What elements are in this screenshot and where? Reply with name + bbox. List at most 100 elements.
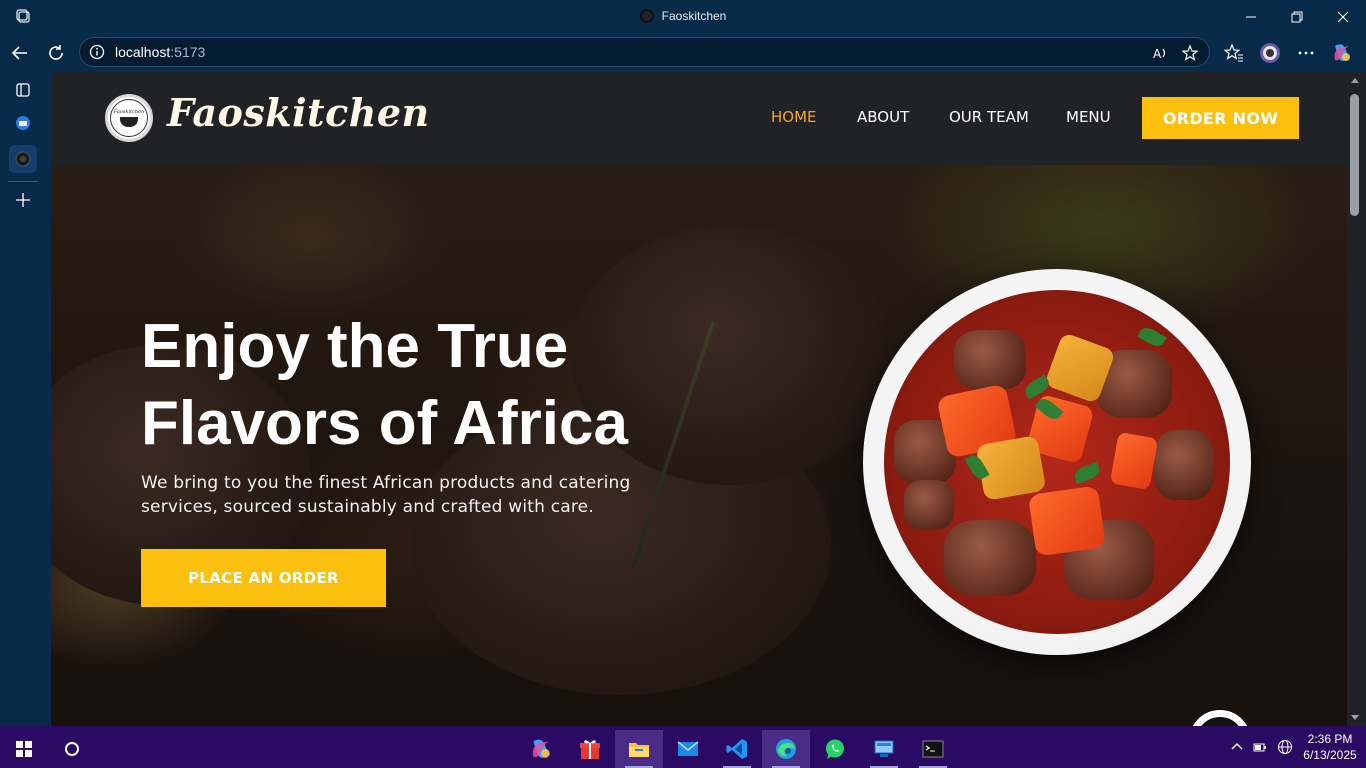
settings-more-button[interactable]	[1295, 42, 1317, 64]
faoskitchen-favicon-icon	[15, 151, 31, 167]
close-button[interactable]	[1320, 0, 1366, 34]
whatsapp-icon	[826, 739, 844, 759]
hero-title: Enjoy the True Flavors of Africa	[141, 308, 701, 462]
taskbar-file-explorer[interactable]	[615, 730, 663, 768]
taskbar-vscode[interactable]	[713, 730, 761, 768]
gift-box-icon	[580, 740, 600, 759]
sidebar-tab-1[interactable]	[9, 109, 37, 137]
globe-network-icon[interactable]	[1277, 739, 1293, 755]
page-scrollbar[interactable]	[1347, 72, 1366, 726]
browser-sidebar	[0, 72, 46, 726]
hero-title-line-2: Flavors of Africa	[141, 389, 628, 458]
sidebar-tab-faoskitchen[interactable]	[9, 145, 37, 173]
tab-favicon-icon	[16, 116, 30, 130]
carrot-piece	[1109, 431, 1159, 491]
url-host: localhost	[115, 44, 171, 60]
sidebar-panel-button[interactable]	[9, 76, 37, 104]
search-button[interactable]	[48, 730, 96, 768]
remote-desktop-icon	[874, 740, 894, 757]
nav-home[interactable]: HOME	[771, 108, 817, 126]
beef-chunk	[954, 330, 1026, 390]
url-port: :5173	[170, 44, 206, 60]
vscode-icon	[726, 739, 747, 759]
taskbar-terminal[interactable]	[909, 730, 957, 768]
scroll-down-arrow-icon[interactable]	[1351, 715, 1359, 720]
logo-inner: Faoskitchen	[110, 99, 148, 137]
terminal-icon	[922, 740, 944, 758]
window-title-text: Faoskitchen	[661, 9, 727, 23]
copilot-icon	[532, 739, 550, 758]
beef-chunk	[904, 480, 954, 530]
stew-contents	[884, 290, 1230, 634]
close-icon	[1337, 11, 1349, 23]
windows-taskbar: 2:36 PM 6/13/2025	[0, 726, 1366, 768]
copilot-button[interactable]	[1331, 42, 1353, 64]
hero-subtitle-line-1: We bring to you the finest African produ…	[141, 473, 631, 493]
parsley-garnish	[1072, 461, 1102, 485]
favorites-button[interactable]	[1223, 42, 1245, 64]
plus-icon	[16, 193, 30, 207]
back-button[interactable]	[9, 42, 31, 64]
clock-date: 6/13/2025	[1303, 748, 1357, 762]
minimize-button[interactable]	[1228, 0, 1274, 34]
nav-our-team[interactable]: OUR TEAM	[949, 108, 1029, 126]
favorite-star-icon[interactable]	[1181, 44, 1199, 62]
brand-name[interactable]: Faoskitchen	[167, 90, 430, 135]
beef-chunk	[1154, 430, 1214, 500]
taskbar-whatsapp[interactable]	[811, 730, 859, 768]
taskbar-remote-app[interactable]	[860, 730, 908, 768]
back-arrow-icon	[11, 46, 27, 60]
refresh-icon	[49, 45, 63, 60]
parsley-garnish	[1137, 324, 1167, 350]
battery-network-icon[interactable]	[1253, 739, 1269, 755]
hero-title-line-1: Enjoy the True	[141, 312, 569, 381]
folder-icon	[629, 743, 649, 757]
scrollbar-thumb[interactable]	[1350, 94, 1359, 216]
address-bar[interactable]: localhost:5173 A	[79, 37, 1210, 67]
logo-text: Faoskitchen	[113, 109, 145, 115]
profile-avatar-icon	[1260, 43, 1280, 63]
stew-bowl-image	[863, 269, 1251, 655]
refresh-button[interactable]	[45, 42, 67, 64]
tray-chevron-up-icon[interactable]	[1229, 739, 1245, 755]
taskbar-copilot[interactable]	[517, 730, 565, 768]
nav-about[interactable]: ABOUT	[857, 108, 909, 126]
windows-logo-icon	[16, 741, 32, 757]
start-button[interactable]	[0, 730, 48, 768]
more-dots-icon	[1298, 51, 1314, 55]
hero-section: Enjoy the True Flavors of Africa We brin…	[51, 165, 1347, 726]
taskbar-gift-app[interactable]	[566, 730, 614, 768]
mail-icon	[677, 741, 699, 756]
place-order-button[interactable]: PLACE AN ORDER	[141, 549, 386, 607]
scroll-up-arrow-icon[interactable]	[1351, 78, 1359, 83]
favorites-icon	[1224, 43, 1243, 62]
hero-subtitle: We bring to you the finest African produ…	[141, 471, 661, 519]
read-aloud-icon[interactable]: A	[1151, 44, 1169, 62]
edge-browser-icon	[776, 739, 796, 759]
new-tab-button[interactable]	[9, 186, 37, 214]
profile-button[interactable]	[1259, 42, 1281, 64]
restore-icon	[1291, 11, 1303, 23]
restore-button[interactable]	[1274, 0, 1320, 34]
url-text[interactable]: localhost:5173	[115, 44, 205, 60]
window-title: Faoskitchen	[0, 9, 1366, 23]
copilot-icon	[1334, 44, 1350, 61]
taskbar-clock[interactable]: 2:36 PM 6/13/2025	[1300, 731, 1360, 763]
order-now-button[interactable]: ORDER NOW	[1142, 97, 1299, 139]
taskbar-edge[interactable]	[762, 730, 810, 768]
carrot-piece	[1028, 485, 1106, 557]
minimize-icon	[1246, 16, 1256, 18]
page-viewport: Faoskitchen Faoskitchen HOME ABOUT OUR T…	[51, 72, 1347, 726]
beef-chunk	[944, 520, 1036, 596]
site-logo[interactable]: Faoskitchen	[105, 94, 153, 142]
site-info-icon[interactable]	[89, 44, 105, 60]
floating-chat-button[interactable]	[1189, 710, 1251, 726]
cooking-pot-icon	[120, 117, 138, 127]
site-header: Faoskitchen Faoskitchen HOME ABOUT OUR T…	[51, 72, 1347, 165]
taskbar-mail[interactable]	[664, 730, 712, 768]
sidebar-divider	[8, 181, 38, 182]
sidebar-panel-icon	[16, 83, 30, 97]
site-favicon-icon	[639, 9, 654, 23]
nav-menu[interactable]: MENU	[1066, 108, 1111, 126]
browser-toolbar: localhost:5173 A	[0, 34, 1366, 72]
